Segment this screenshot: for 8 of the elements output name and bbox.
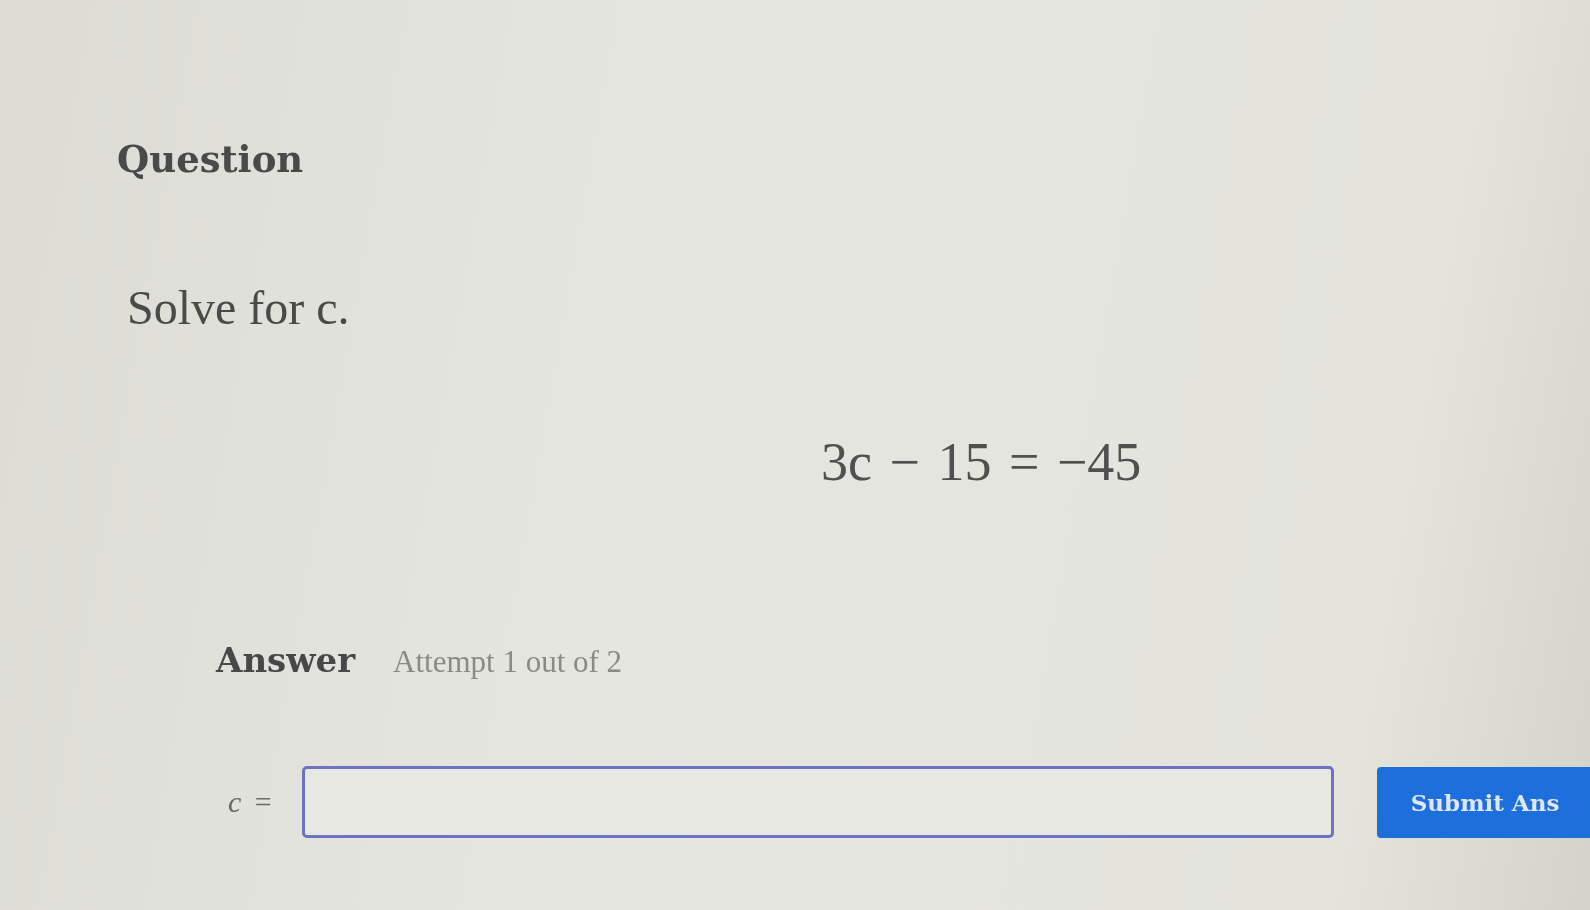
answer-field[interactable]	[301, 766, 1334, 838]
answer-heading: Answer	[216, 640, 356, 680]
submit-button[interactable]: Submit Ans	[1376, 766, 1590, 838]
equation: 3c − 15 = −45	[821, 432, 1142, 492]
field-label: c =	[228, 785, 272, 819]
question-prompt: Solve for c.	[127, 280, 350, 336]
question-heading: Question	[117, 136, 304, 182]
attempt-counter: Attempt 1 out of 2	[393, 644, 623, 680]
